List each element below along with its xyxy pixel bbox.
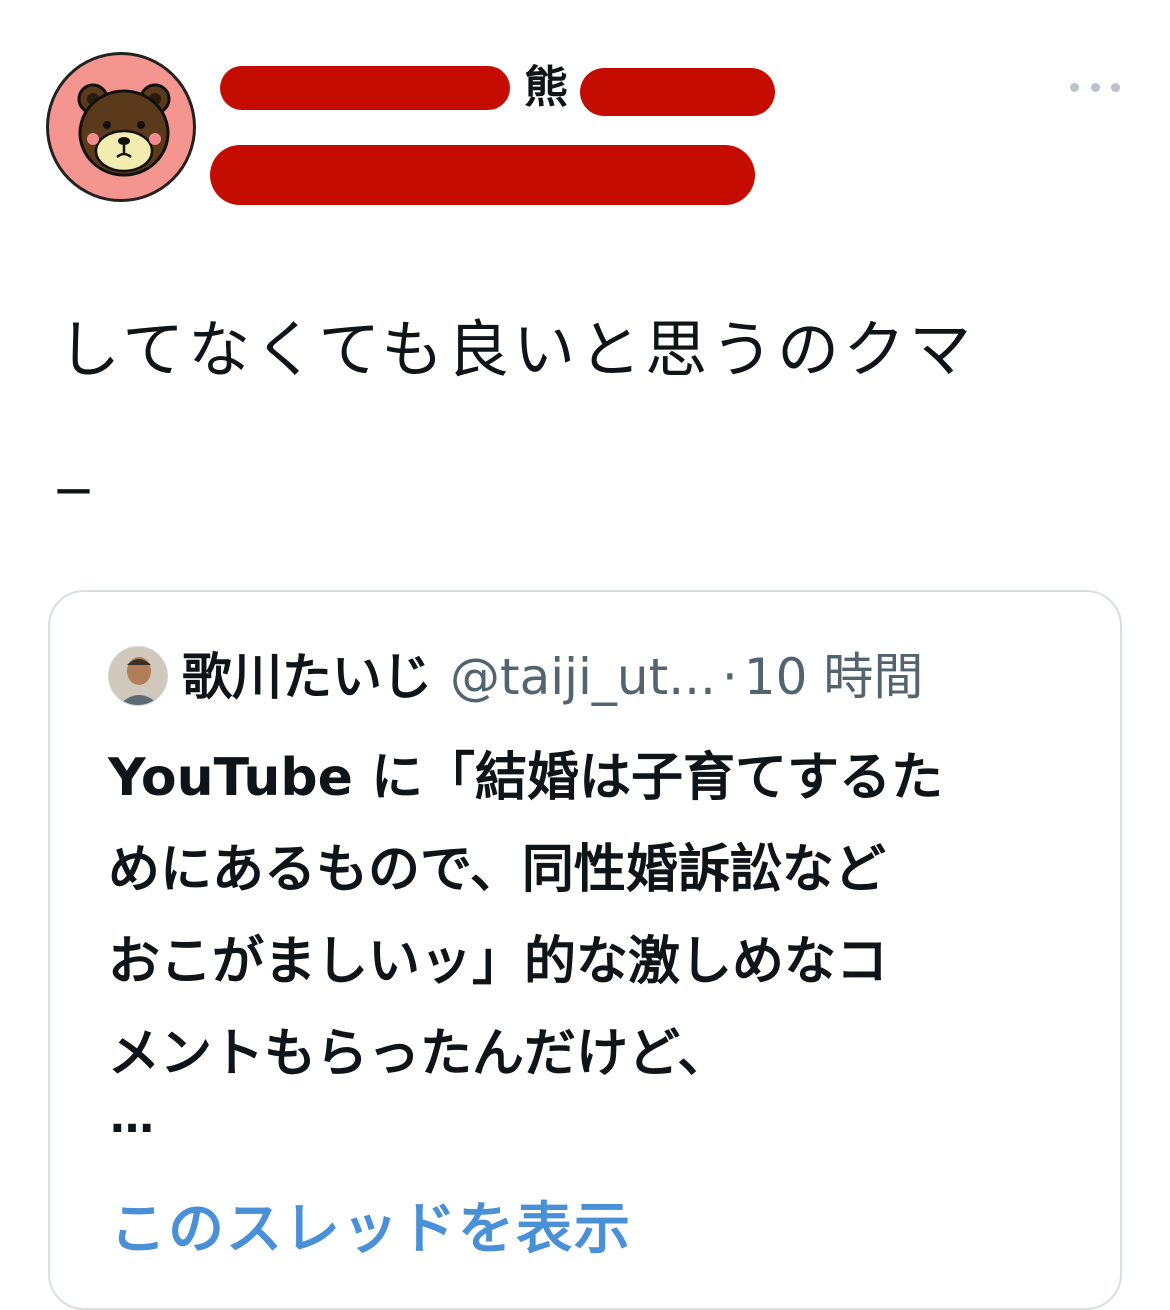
person-photo-icon: [109, 647, 167, 705]
quoted-tweet-card[interactable]: 歌川たいじ @taiji_ut... · 10 時間 YouTube に「結婚は…: [48, 590, 1122, 1310]
more-dot: [1111, 82, 1120, 92]
redaction-mark: [210, 145, 755, 205]
separator-dot: ·: [721, 648, 738, 706]
redaction-mark: [580, 68, 775, 116]
more-dot: [1070, 82, 1079, 92]
quoted-tweet-text: YouTube に「結婚は子育てするた めにあるもので、同性婚訴訟など おこがま…: [108, 748, 943, 1084]
truncation-ellipsis: …: [110, 1092, 156, 1143]
quoted-author-name[interactable]: 歌川たいじ: [182, 642, 432, 712]
quoted-author-avatar[interactable]: [108, 646, 168, 706]
bear-face-icon: [77, 83, 171, 177]
quoted-timestamp[interactable]: 10 時間: [744, 642, 924, 712]
redaction-mark: [220, 66, 510, 110]
author-name-fragment: 熊: [520, 62, 572, 114]
more-horizontal-icon[interactable]: [1070, 72, 1120, 102]
quoted-author-handle[interactable]: @taiji_ut...: [450, 642, 716, 712]
author-name[interactable]: 熊: [220, 58, 780, 118]
show-thread-link[interactable]: このスレッドを表示: [110, 1192, 632, 1268]
author-avatar[interactable]: [46, 52, 196, 202]
more-dot: [1090, 82, 1100, 92]
tweet-text: してなくても良いと思うのクマ _: [58, 313, 976, 494]
tweet: 熊 してなくても良いと思うのクマ _ 歌川たいじ @taiji_ut... · …: [0, 0, 1170, 1310]
quoted-header: 歌川たいじ @taiji_ut... · 10 時間: [182, 642, 923, 712]
author-handle[interactable]: [210, 145, 765, 207]
